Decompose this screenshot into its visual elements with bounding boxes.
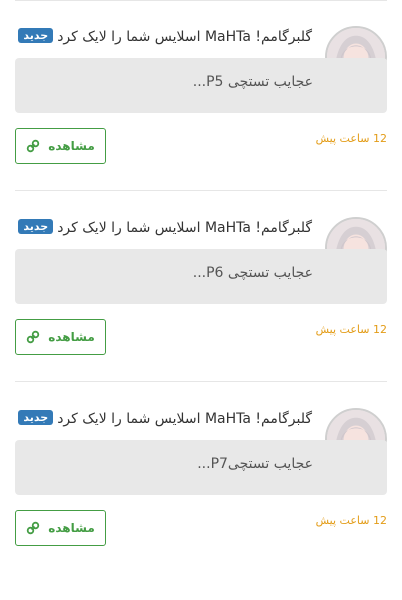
headline-text: گلبرگامم! MaHTa اسلایس شما را لایک کرد: [57, 29, 312, 45]
new-badge: جدید: [18, 219, 54, 234]
view-button[interactable]: مشاهده: [15, 510, 106, 546]
slice-quote[interactable]: عجایب تستچی P6...: [15, 249, 387, 304]
notification-headline: گلبرگامم! MaHTa اسلایس شما را لایک کردجد…: [18, 27, 312, 47]
notification-headline: گلبرگامم! MaHTa اسلایس شما را لایک کردجد…: [18, 218, 312, 238]
notification-item: گلبرگامم! MaHTa اسلایس شما را لایک کردجد…: [0, 382, 402, 573]
view-button[interactable]: مشاهده: [15, 319, 106, 355]
new-badge: جدید: [18, 28, 54, 43]
timestamp: 12 ساعت پیش: [315, 514, 387, 527]
timestamp: 12 ساعت پیش: [315, 323, 387, 336]
notification-item: گلبرگامم! MaHTa اسلایس شما را لایک کردجد…: [0, 191, 402, 382]
view-button-label: مشاهده: [48, 330, 95, 344]
timestamp: 12 ساعت پیش: [315, 132, 387, 145]
notification-item: گلبرگامم! MaHTa اسلایس شما را لایک کردجد…: [0, 0, 402, 191]
slice-quote[interactable]: عجایب تستچیP7...: [15, 440, 387, 495]
notification-headline: گلبرگامم! MaHTa اسلایس شما را لایک کردجد…: [18, 409, 312, 429]
view-button-label: مشاهده: [48, 521, 95, 535]
notification-feed: گلبرگامم! MaHTa اسلایس شما را لایک کردجد…: [0, 0, 402, 600]
link-icon: [27, 521, 40, 535]
view-button[interactable]: مشاهده: [15, 128, 106, 164]
view-button-label: مشاهده: [48, 139, 95, 153]
headline-text: گلبرگامم! MaHTa اسلایس شما را لایک کرد: [57, 220, 312, 236]
link-icon: [27, 330, 40, 344]
link-icon: [27, 139, 40, 153]
new-badge: جدید: [18, 410, 54, 425]
slice-quote[interactable]: عجایب تستچی P5...: [15, 58, 387, 113]
headline-text: گلبرگامم! MaHTa اسلایس شما را لایک کرد: [57, 411, 312, 427]
